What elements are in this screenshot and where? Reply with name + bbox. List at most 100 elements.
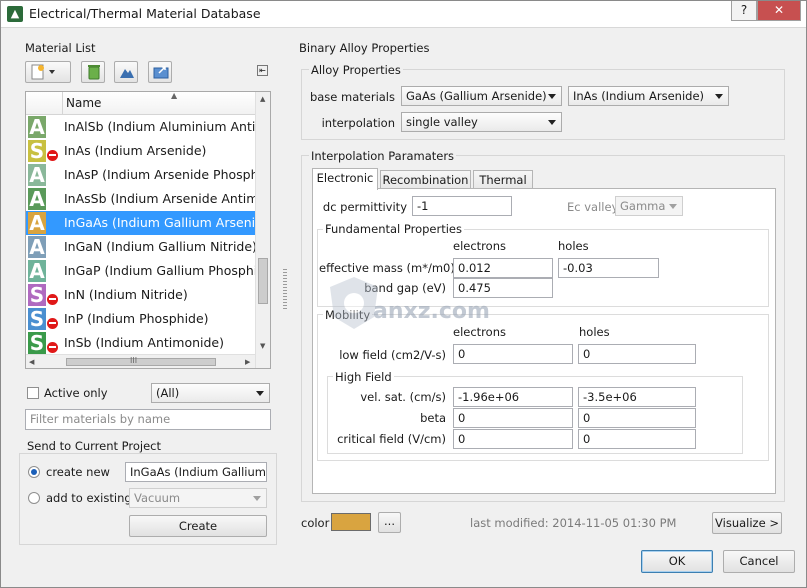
vertical-scrollbar[interactable]: ▲ ▼ (255, 92, 270, 368)
material-type-letter: S (29, 283, 45, 307)
material-color-swatch[interactable] (331, 513, 371, 531)
material-list-item[interactable]: A InGaAs (Indium Gallium Arsenide) (26, 211, 270, 235)
icon-column-header (26, 92, 63, 114)
app-icon: ▲ (7, 6, 23, 22)
horizontal-scroll-thumb[interactable]: III (66, 356, 216, 366)
base-material-2-select[interactable]: InAs (Indium Arsenide) (568, 86, 729, 106)
interpolation-select[interactable]: single valley (401, 112, 562, 132)
category-filter-select[interactable]: (All) (151, 383, 270, 403)
alloy-properties-title: Alloy Properties (309, 63, 403, 77)
material-type-letter: S (29, 139, 45, 163)
new-material-name-input[interactable]: InGaAs (Indium Gallium Arsenide) (125, 462, 267, 482)
high-field-title: High Field (333, 370, 394, 384)
existing-material-value: Vacuum (134, 491, 181, 505)
vertical-scroll-thumb[interactable] (258, 258, 268, 304)
close-window-button[interactable]: ✕ (757, 1, 801, 21)
base-material-2-value: InAs (Indium Arsenide) (573, 89, 705, 103)
material-color-icon: S (28, 284, 58, 306)
dropdown-caret-icon (669, 204, 677, 209)
add-to-existing-radio[interactable] (28, 492, 40, 504)
help-button[interactable]: ? (731, 1, 757, 21)
panel-splitter-handle[interactable] (283, 269, 287, 309)
color-picker-button[interactable]: ... (378, 512, 401, 533)
material-name: InSb (Indium Antimonide) (64, 335, 224, 350)
material-name: InGaN (Indium Gallium Nitride) (64, 239, 257, 254)
vel-sat-electrons-input[interactable]: -1.96e+06 (453, 387, 573, 407)
interpolation-parameters-title: Interpolation Paramaters (309, 149, 457, 163)
material-list-item[interactable]: A InAsP (Indium Arsenide Phosphide) (26, 163, 270, 187)
material-type-letter: A (29, 187, 45, 211)
scroll-right-icon[interactable]: ▶ (245, 358, 250, 366)
material-list-item[interactable]: A InAsSb (Indium Arsenide Antimonide) (26, 187, 270, 211)
create-new-radio[interactable] (28, 466, 40, 478)
band-gap-input[interactable]: 0.475 (453, 278, 553, 298)
dropdown-caret-icon (548, 120, 556, 125)
fundamental-properties-title: Fundamental Properties (323, 222, 465, 236)
fundamental-electrons-header: electrons (453, 239, 506, 253)
material-color-icon: A (28, 212, 58, 234)
filter-materials-input[interactable]: Filter materials by name (25, 409, 271, 430)
material-list[interactable]: Name ▲ A InAlSb (Indium Aluminium Antimon… (25, 91, 271, 369)
material-name: InGaP (Indium Gallium Phosphide) (64, 263, 271, 278)
scroll-up-icon[interactable]: ▲ (260, 95, 265, 103)
effective-mass-holes-input[interactable]: -0.03 (558, 258, 659, 278)
vel-sat-holes-input[interactable]: -3.5e+06 (578, 387, 696, 407)
existing-material-select[interactable]: Vacuum (129, 488, 267, 508)
horizontal-scrollbar[interactable]: ◀ III ▶ (26, 354, 255, 368)
low-field-electrons-input[interactable]: 0 (453, 344, 573, 364)
tab-thermal[interactable]: Thermal (473, 170, 533, 190)
base-material-1-select[interactable]: GaAs (Gallium Arsenide) (401, 86, 562, 106)
title-bar: ▲ Electrical/Thermal Material Database ?… (1, 1, 806, 28)
material-list-item[interactable]: S InSb (Indium Antimonide) (26, 331, 255, 355)
material-list-item[interactable]: A InGaN (Indium Gallium Nitride) (26, 235, 257, 259)
dc-permittivity-input[interactable]: -1 (412, 196, 512, 216)
scroll-left-icon[interactable]: ◀ (29, 358, 34, 366)
base-materials-label: base materials (309, 90, 395, 104)
collapse-panel-icon[interactable]: ⇤ (257, 65, 268, 76)
active-only-checkbox[interactable] (27, 387, 39, 399)
material-list-item[interactable]: S InN (Indium Nitride) (26, 283, 255, 307)
material-list-item[interactable]: A InGaP (Indium Gallium Phosphide) (26, 259, 270, 283)
restricted-icon (47, 294, 58, 305)
material-list-item[interactable]: S InP (Indium Phosphide) (26, 307, 255, 331)
tab-electronic[interactable]: Electronic (312, 168, 378, 190)
name-column-header[interactable]: Name (66, 96, 101, 110)
restricted-icon (47, 318, 58, 329)
material-list-item[interactable]: A InAlSb (Indium Aluminium Antimonide) (26, 115, 270, 139)
watermark-text: anxz.com (373, 299, 490, 324)
beta-electrons-input[interactable]: 0 (453, 408, 573, 428)
low-field-holes-input[interactable]: 0 (578, 344, 696, 364)
mobility-electrons-header: electrons (453, 325, 506, 339)
ec-valley-select[interactable]: Gamma (615, 196, 683, 216)
create-new-label: create new (46, 465, 110, 479)
material-list-item[interactable]: S InAs (Indium Arsenide) (26, 139, 255, 163)
scroll-grip: III (130, 356, 138, 365)
scroll-down-icon[interactable]: ▼ (260, 342, 265, 350)
restricted-icon (47, 150, 58, 161)
export-material-button[interactable] (148, 61, 172, 83)
critical-field-electrons-input[interactable]: 0 (453, 429, 573, 449)
visualize-button[interactable]: Visualize > (712, 512, 782, 534)
window-title: Electrical/Thermal Material Database (29, 6, 261, 21)
create-button[interactable]: Create (129, 515, 267, 537)
beta-holes-input[interactable]: 0 (578, 408, 696, 428)
trash-icon (88, 65, 100, 80)
effective-mass-electrons-input[interactable]: 0.012 (453, 258, 553, 278)
import-material-button[interactable] (114, 61, 138, 83)
cancel-button[interactable]: Cancel (723, 550, 795, 573)
material-color-icon: A (28, 260, 58, 282)
material-name: InAs (Indium Arsenide) (64, 143, 207, 158)
tab-recombination[interactable]: Recombination (380, 170, 471, 190)
last-modified-text: last modified: 2014-11-05 01:30 PM (470, 516, 677, 530)
new-material-button[interactable] (25, 61, 71, 83)
delete-material-button[interactable] (81, 61, 105, 83)
material-name: InN (Indium Nitride) (64, 287, 188, 302)
dropdown-caret-icon (256, 391, 264, 396)
critical-field-label: critical field (V/cm) (337, 432, 446, 446)
ok-button[interactable]: OK (641, 550, 713, 573)
material-list-title: Material List (25, 41, 96, 55)
material-type-letter: A (29, 259, 45, 283)
critical-field-holes-input[interactable]: 0 (578, 429, 696, 449)
dropdown-caret-icon (253, 496, 261, 501)
material-color-icon: A (28, 236, 58, 258)
